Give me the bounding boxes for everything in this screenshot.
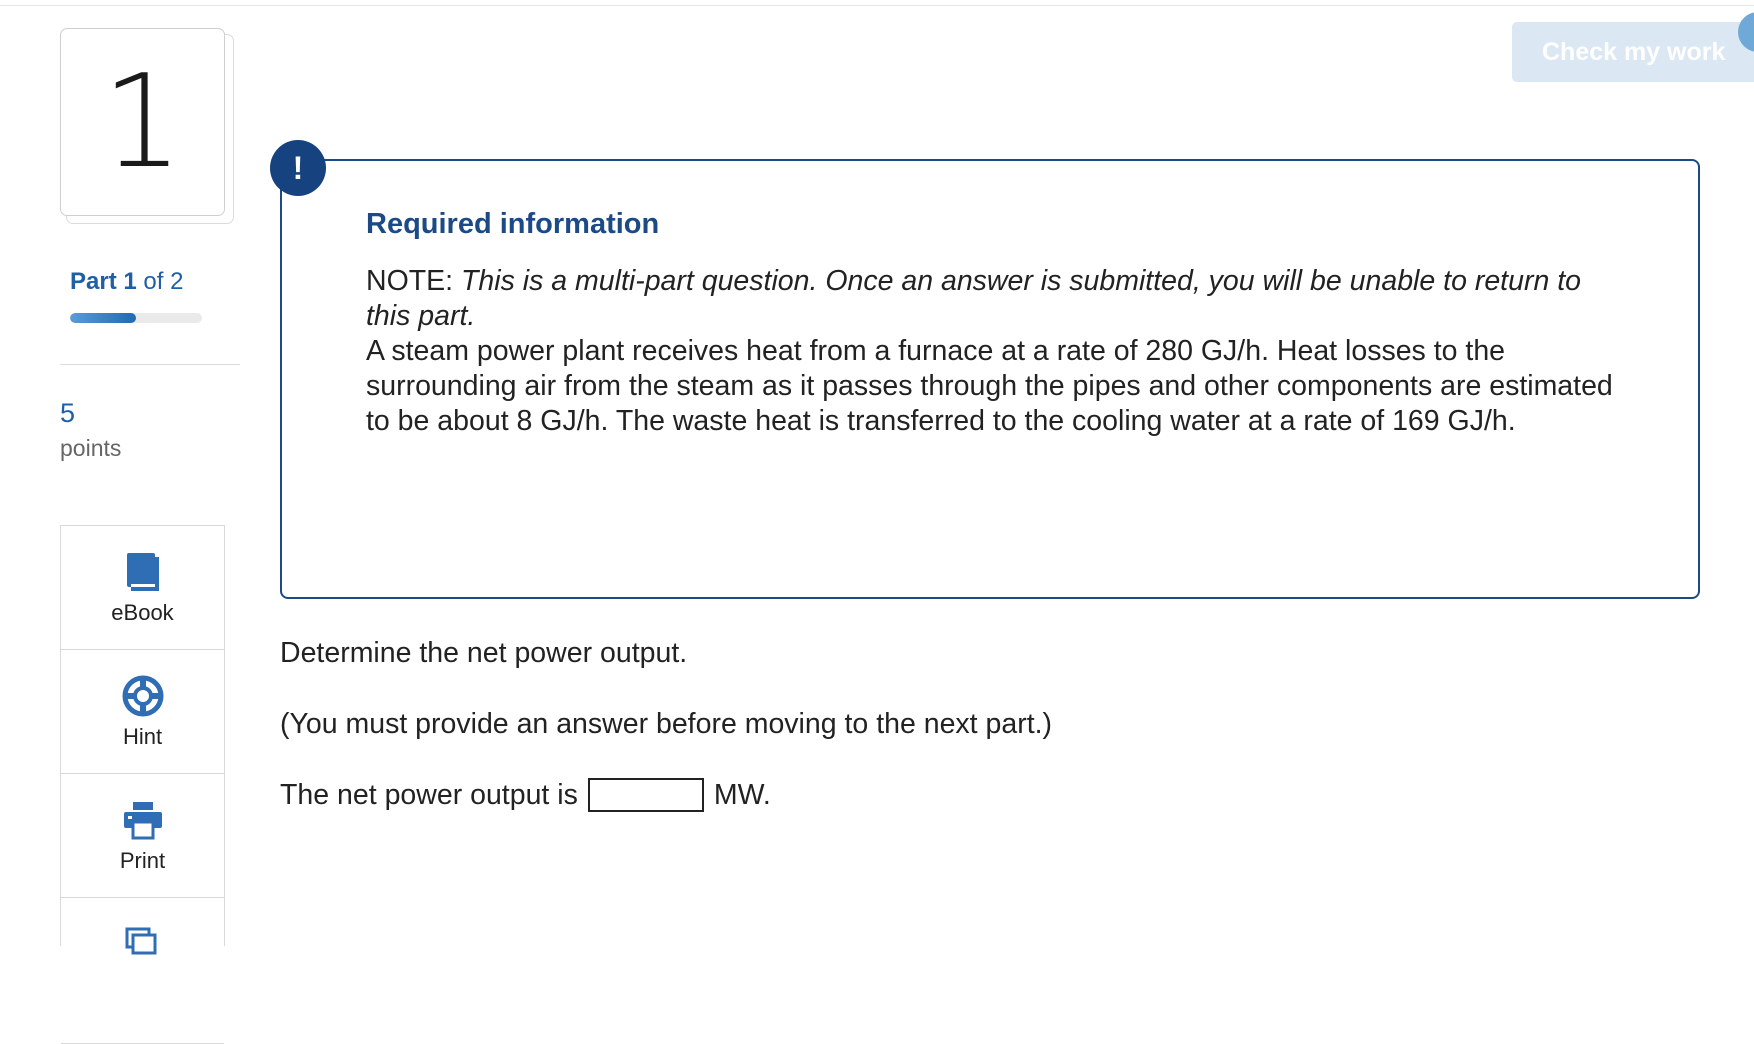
points-value: 5 — [60, 398, 76, 428]
references-icon — [121, 920, 165, 964]
problem-statement: A steam power plant receives heat from a… — [366, 335, 1613, 437]
answer-requirement-text: (You must provide an answer before movin… — [280, 708, 1053, 740]
hint-button[interactable]: Hint — [61, 650, 224, 774]
question-number-card: 1 — [60, 28, 225, 216]
part-current: 1 — [123, 268, 137, 295]
check-my-work-button[interactable]: Check my work — [1512, 22, 1754, 82]
points-label: points — [60, 435, 122, 461]
info-alert-icon: ! — [270, 140, 326, 196]
part-progress-fill — [70, 313, 136, 323]
part-indicator: Part 1 of 2 — [70, 268, 183, 296]
part-progress-bar — [70, 313, 202, 323]
note-text: This is a multi-part question. Once an a… — [366, 265, 1581, 332]
required-information-title: Required information — [366, 208, 660, 240]
answer-row: The net power output is MW. — [280, 778, 771, 812]
question-text: Determine the net power output. — [280, 637, 688, 669]
print-icon — [121, 798, 165, 842]
net-power-output-input[interactable] — [587, 778, 704, 812]
tools-rail: eBook Hint Print — [60, 525, 225, 1044]
answer-unit: MW. — [713, 778, 771, 811]
answer-prefix: The net power output is — [280, 778, 578, 811]
print-button[interactable]: Print — [61, 774, 224, 898]
sidebar-divider — [60, 364, 240, 365]
question-number: 1 — [101, 47, 184, 197]
hint-lifebuoy-icon — [121, 674, 165, 718]
part-of-total: of 2 — [143, 268, 184, 295]
references-button[interactable] — [61, 898, 224, 1044]
ebook-label: eBook — [111, 599, 174, 625]
print-label: Print — [119, 847, 166, 873]
ebook-button[interactable]: eBook — [61, 526, 224, 650]
top-divider — [0, 5, 1754, 6]
required-information-text: NOTE: This is a multi-part question. Onc… — [366, 264, 1626, 439]
note-prefix: NOTE: — [366, 265, 454, 297]
ebook-icon — [121, 550, 165, 594]
part-prefix: Part — [70, 268, 117, 295]
hint-label: Hint — [122, 723, 163, 749]
